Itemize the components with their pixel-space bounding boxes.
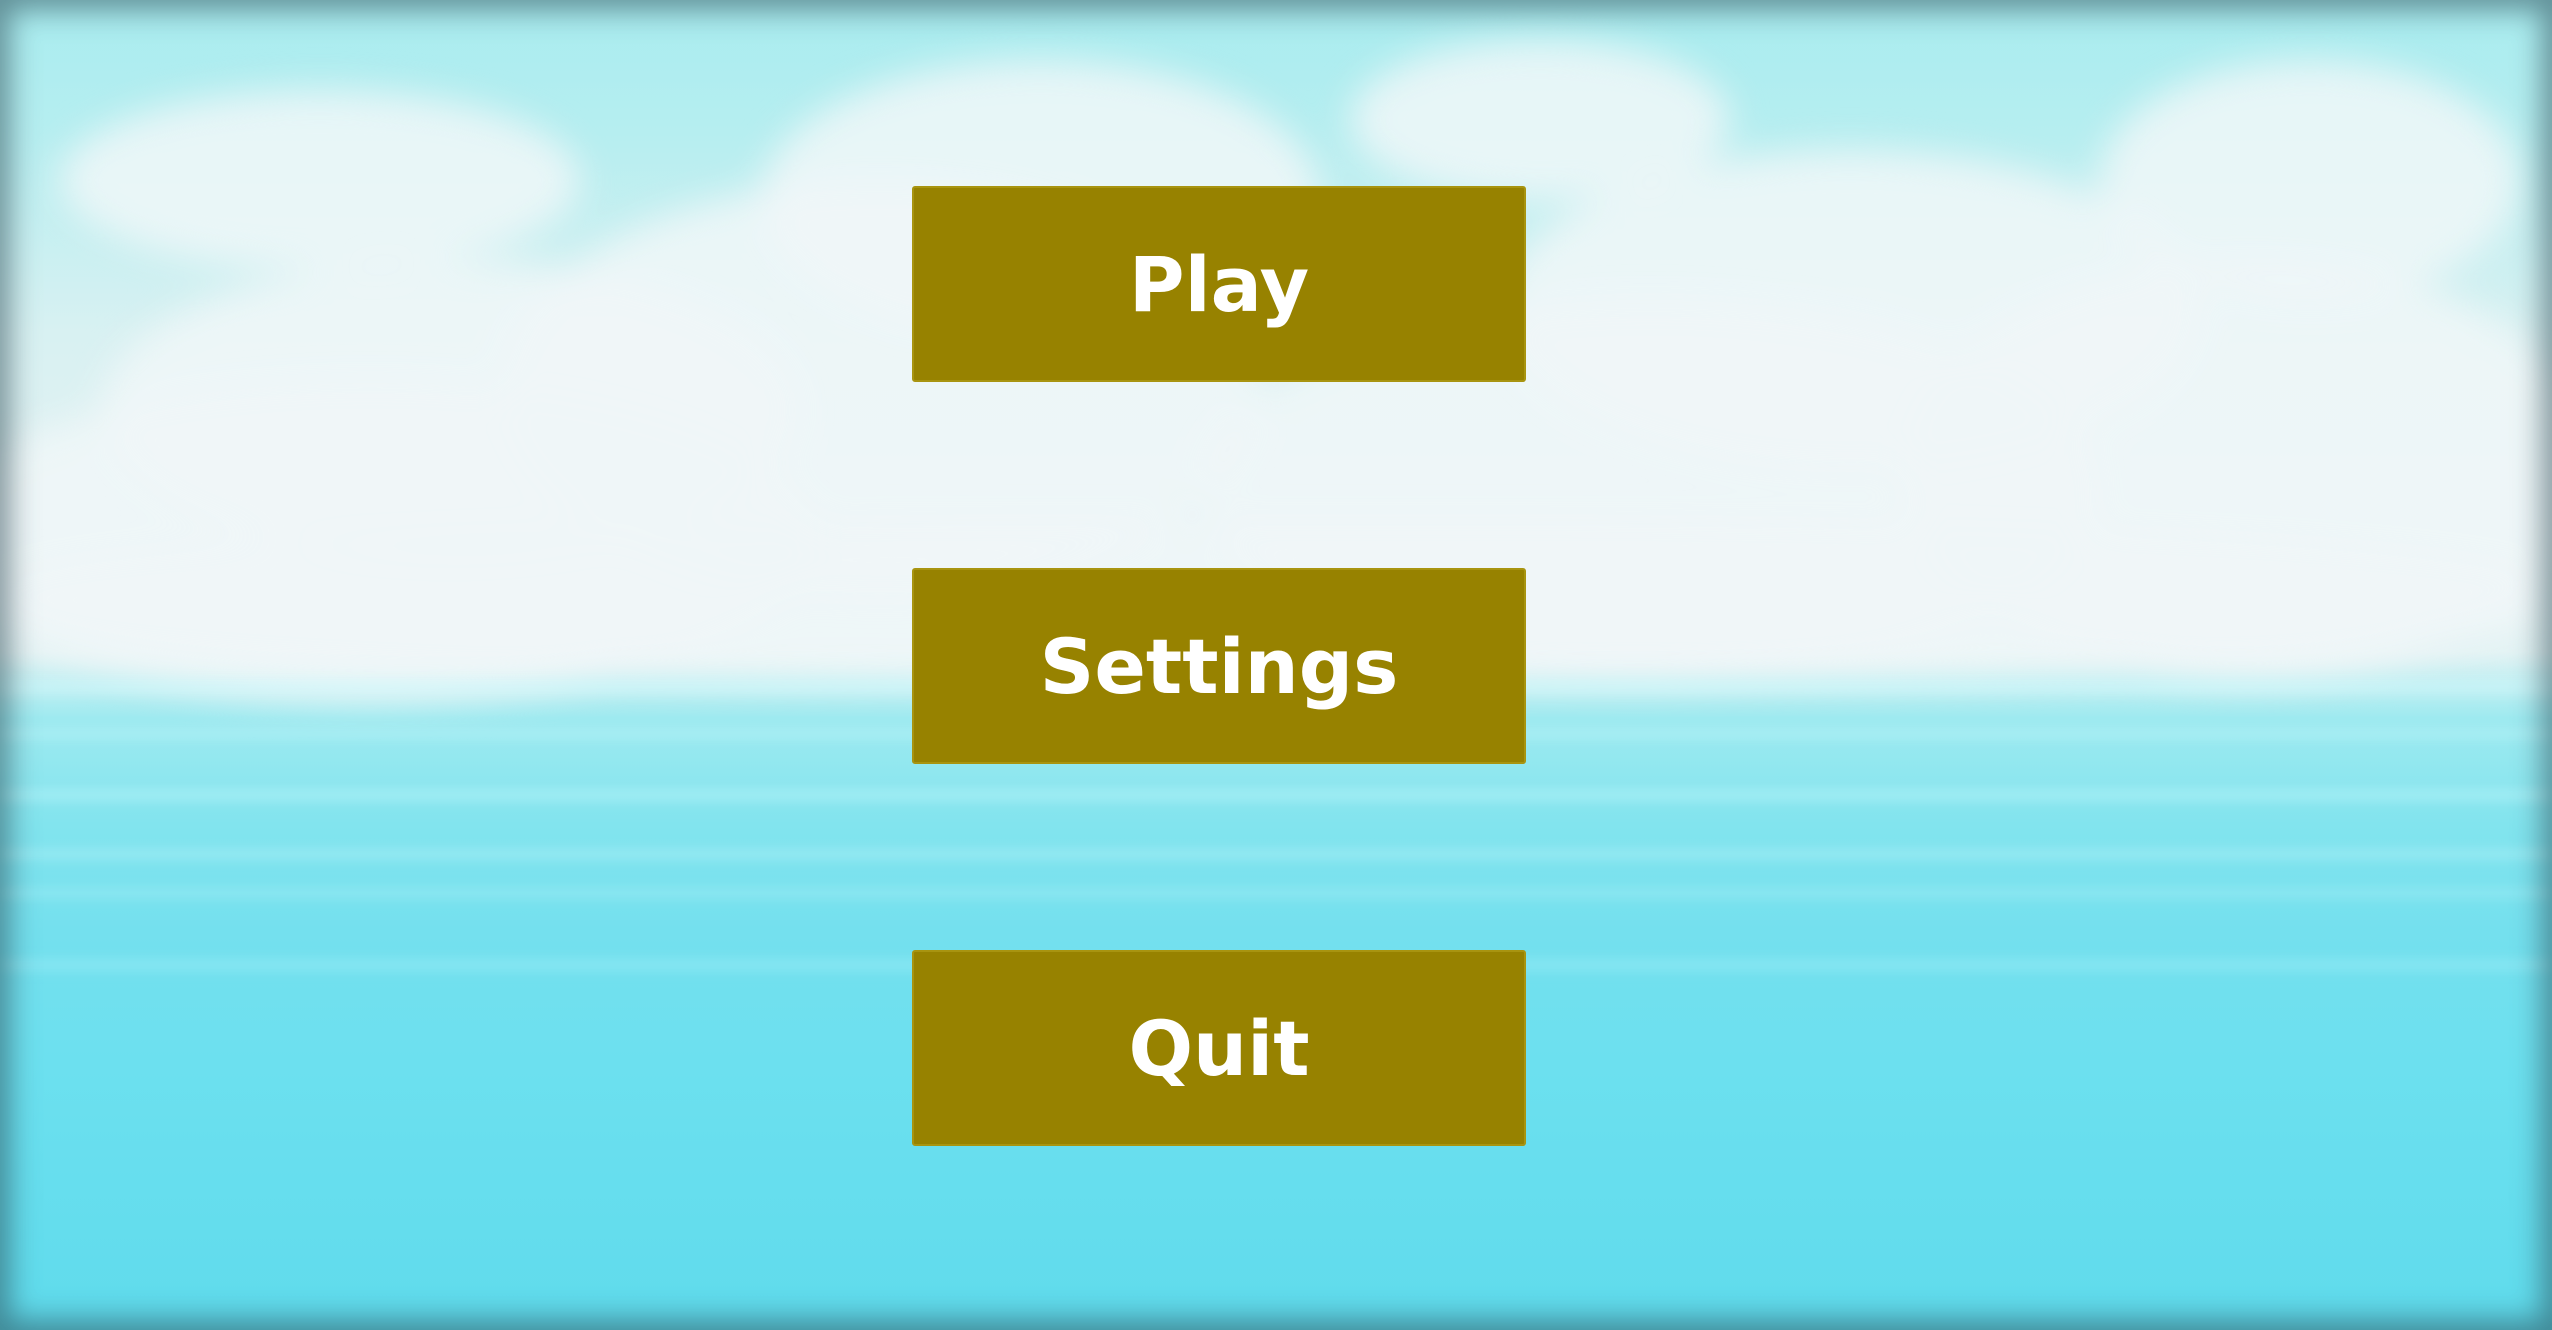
settings-button-label: Settings	[1039, 621, 1399, 711]
quit-button[interactable]: Quit	[912, 950, 1526, 1146]
game-main-menu: Play Settings Quit	[0, 0, 2552, 1330]
settings-button[interactable]: Settings	[912, 568, 1526, 764]
play-button[interactable]: Play	[912, 186, 1526, 382]
play-button-label: Play	[1128, 239, 1310, 329]
quit-button-label: Quit	[1128, 1003, 1310, 1093]
